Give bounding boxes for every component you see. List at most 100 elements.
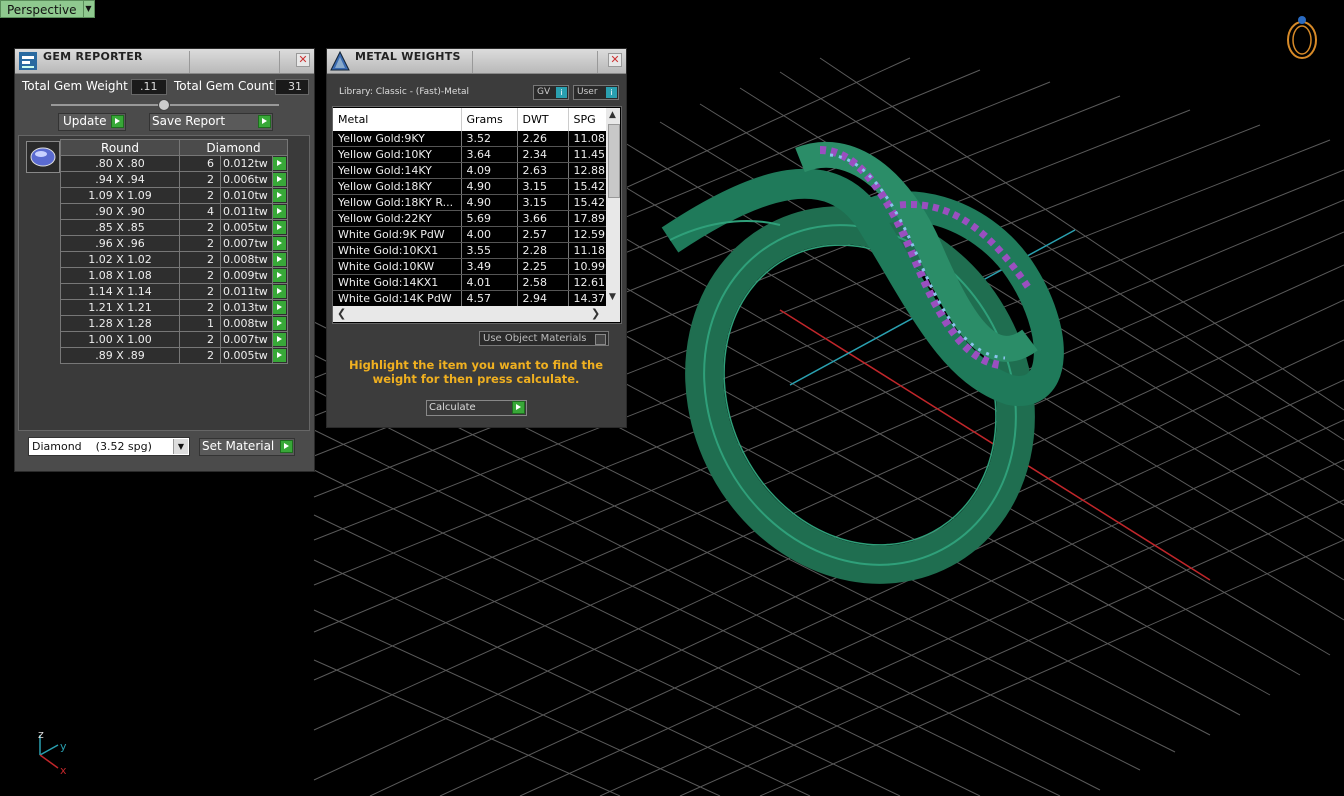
use-object-materials-toggle[interactable]: Use Object Materials xyxy=(479,331,609,346)
gem-row-go-icon[interactable] xyxy=(273,317,286,330)
set-material-button[interactable]: Set Material xyxy=(199,438,295,456)
gem-reporter-close-icon[interactable]: ✕ xyxy=(296,53,310,67)
gem-row-go-cell[interactable] xyxy=(272,251,288,268)
axis-gizmo: z y x xyxy=(38,728,67,777)
gem-size: .94 X .94 xyxy=(60,171,180,188)
gem-row[interactable]: 1.00 X 1.00 2 0.007tw xyxy=(60,331,288,348)
metal-weights-close-icon[interactable]: ✕ xyxy=(608,53,622,67)
metal-cell: Yellow Gold:22KY xyxy=(333,210,462,227)
gv-toggle[interactable]: GV i xyxy=(533,85,569,100)
gem-row-go-icon[interactable] xyxy=(273,253,286,266)
gem-row[interactable]: 1.08 X 1.08 2 0.009tw xyxy=(60,267,288,284)
gem-row[interactable]: .89 X .89 2 0.005tw xyxy=(60,347,288,364)
gem-row-go-cell[interactable] xyxy=(272,347,288,364)
gizmo-x-label: x xyxy=(60,764,67,777)
gem-table: Round Diamond .80 X .80 6 0.012tw .94 X .94… xyxy=(60,139,288,364)
gv-label: GV xyxy=(537,87,551,97)
viewport-label[interactable]: Perspective ▼ xyxy=(0,0,95,18)
gem-row[interactable]: 1.21 X 1.21 2 0.013tw xyxy=(60,299,288,316)
metal-horizontal-scrollbar[interactable]: ❮ ❯ xyxy=(333,306,620,322)
metal-row[interactable]: White Gold:14K PdW 4.57 2.94 14.37 xyxy=(333,290,607,307)
metal-col-header[interactable]: DWT xyxy=(517,108,569,131)
metal-row[interactable]: White Gold:9K PdW 4.00 2.57 12.59 xyxy=(333,226,607,243)
gem-row-go-icon[interactable] xyxy=(273,349,286,362)
gem-row[interactable]: 1.14 X 1.14 2 0.011tw xyxy=(60,283,288,300)
gem-row[interactable]: .80 X .80 6 0.012tw xyxy=(60,155,288,172)
metal-weights-icon xyxy=(329,50,351,72)
gem-row-go-icon[interactable] xyxy=(273,205,286,218)
gem-reporter-titlebar[interactable]: GEM REPORTER ✕ xyxy=(15,49,314,74)
metal-col-header[interactable]: Grams xyxy=(461,108,518,131)
metal-row[interactable]: Yellow Gold:22KY 5.69 3.66 17.89 xyxy=(333,210,607,227)
gem-row-go-icon[interactable] xyxy=(273,173,286,186)
gem-row[interactable]: .96 X .96 2 0.007tw xyxy=(60,235,288,252)
metal-row[interactable]: Yellow Gold:18KY 4.90 3.15 15.42 xyxy=(333,178,607,195)
metal-vertical-scrollbar[interactable]: ▲ ▼ xyxy=(606,108,620,306)
gem-size-slider[interactable] xyxy=(51,99,279,111)
metal-row[interactable]: White Gold:14KX1 4.01 2.58 12.61 xyxy=(333,274,607,291)
gem-reporter-icon xyxy=(17,50,39,72)
gem-row-go-icon[interactable] xyxy=(273,221,286,234)
metal-col-header[interactable]: SPG xyxy=(568,108,607,131)
gem-row-go-cell[interactable] xyxy=(272,235,288,252)
metal-row[interactable]: Yellow Gold:18KY R... 4.90 3.15 15.42 xyxy=(333,194,607,211)
metal-row[interactable]: White Gold:10KW 3.49 2.25 10.99 xyxy=(333,258,607,275)
gem-row-go-cell[interactable] xyxy=(272,315,288,332)
gem-row[interactable]: 1.28 X 1.28 1 0.008tw xyxy=(60,315,288,332)
gem-row-go-cell[interactable] xyxy=(272,331,288,348)
gem-row[interactable]: .94 X .94 2 0.006tw xyxy=(60,171,288,188)
gem-row-go-cell[interactable] xyxy=(272,299,288,316)
calculate-button[interactable]: Calculate xyxy=(426,400,527,416)
user-toggle[interactable]: User i xyxy=(573,85,619,100)
scroll-right-icon[interactable]: ❯ xyxy=(591,307,600,320)
gem-row-go-icon[interactable] xyxy=(273,285,286,298)
gem-size: 1.02 X 1.02 xyxy=(60,251,180,268)
metal-cell: 11.45 xyxy=(568,146,607,163)
gem-row-go-cell[interactable] xyxy=(272,283,288,300)
gem-row-go-cell[interactable] xyxy=(272,187,288,204)
gem-total-weight: 0.011tw xyxy=(220,203,273,220)
gem-row[interactable]: 1.09 X 1.09 2 0.010tw xyxy=(60,187,288,204)
scroll-down-icon[interactable]: ▼ xyxy=(609,292,616,302)
scroll-thumb[interactable] xyxy=(608,124,620,198)
metal-cell: 3.15 xyxy=(517,194,569,211)
gem-row-go-cell[interactable] xyxy=(272,155,288,172)
metal-cell: Yellow Gold:14KY xyxy=(333,162,462,179)
slider-thumb[interactable] xyxy=(158,99,170,111)
gem-size: .85 X .85 xyxy=(60,219,180,236)
gem-row-go-icon[interactable] xyxy=(273,269,286,282)
save-report-button[interactable]: Save Report xyxy=(149,113,273,131)
gem-row-go-icon[interactable] xyxy=(273,301,286,314)
gem-row-go-cell[interactable] xyxy=(272,219,288,236)
metal-col-header[interactable]: Metal xyxy=(333,108,462,131)
gem-row-go-icon[interactable] xyxy=(273,237,286,250)
gem-row-go-cell[interactable] xyxy=(272,267,288,284)
select-dropdown-icon[interactable]: ▼ xyxy=(173,439,188,454)
update-button[interactable]: Update xyxy=(58,113,126,131)
gem-row-go-icon[interactable] xyxy=(273,157,286,170)
round-gem-thumbnail-icon[interactable] xyxy=(26,141,60,173)
gem-size: .80 X .80 xyxy=(60,155,180,172)
gem-row[interactable]: .85 X .85 2 0.005tw xyxy=(60,219,288,236)
metal-row[interactable]: Yellow Gold:9KY 3.52 2.26 11.08 xyxy=(333,131,607,147)
gem-row-go-icon[interactable] xyxy=(273,189,286,202)
viewport-dropdown-icon[interactable]: ▼ xyxy=(83,0,95,18)
metal-row[interactable]: White Gold:10KX1 3.55 2.28 11.18 xyxy=(333,242,607,259)
gem-total-weight: 0.005tw xyxy=(220,347,273,364)
gem-row[interactable]: .90 X .90 4 0.011tw xyxy=(60,203,288,220)
material-select[interactable]: Diamond (3.52 spg) ▼ xyxy=(28,437,190,456)
gem-row-go-cell[interactable] xyxy=(272,171,288,188)
scroll-up-icon[interactable]: ▲ xyxy=(609,110,616,120)
metal-row[interactable]: Yellow Gold:10KY 3.64 2.34 11.45 xyxy=(333,146,607,163)
gem-row-go-cell[interactable] xyxy=(272,203,288,220)
ring-model[interactable] xyxy=(645,142,1074,620)
material-select-value: Diamond (3.52 spg) xyxy=(32,440,152,453)
gem-size: .89 X .89 xyxy=(60,347,180,364)
gem-row-go-icon[interactable] xyxy=(273,333,286,346)
ring-logo-icon xyxy=(1287,16,1317,59)
metal-row[interactable]: Yellow Gold:14KY 4.09 2.63 12.88 xyxy=(333,162,607,179)
gem-row[interactable]: 1.02 X 1.02 2 0.008tw xyxy=(60,251,288,268)
scroll-left-icon[interactable]: ❮ xyxy=(337,307,346,320)
metal-table[interactable]: Metal Grams DWT SPG Yellow Gold:9KY 3.52 2.26… xyxy=(333,108,607,307)
metal-weights-titlebar[interactable]: METAL WEIGHTS ✕ xyxy=(327,49,626,74)
